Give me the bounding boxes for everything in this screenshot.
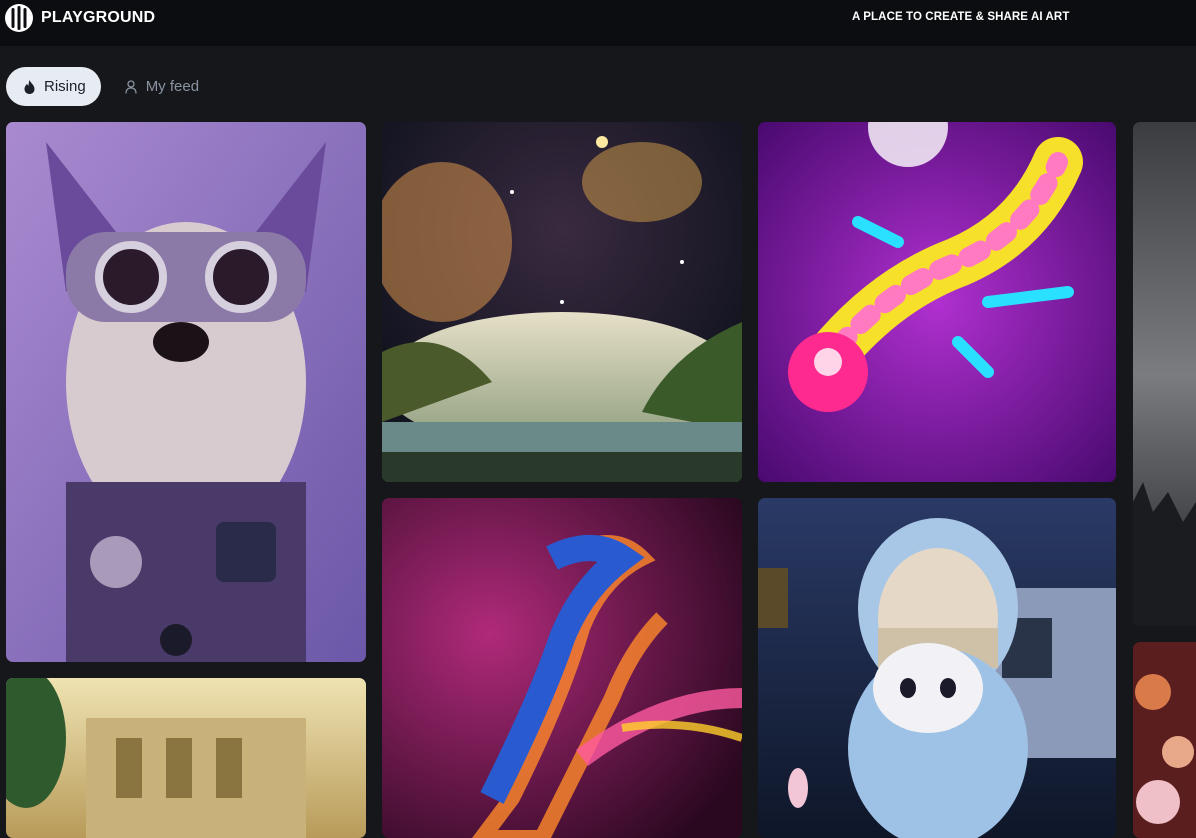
tab-rising-label: Rising bbox=[44, 78, 86, 95]
gallery-image-cyber-dog[interactable] bbox=[6, 122, 366, 662]
top-bar: PLAYGROUND A PLACE TO CREATE & SHARE AI … bbox=[0, 0, 1196, 46]
flame-icon bbox=[24, 79, 35, 94]
gallery-image-anime-girl-with-cat[interactable] bbox=[758, 498, 1116, 838]
header-tagline: A PLACE TO CREATE & SHARE AI ART bbox=[852, 11, 1070, 23]
brand-logo[interactable]: PLAYGROUND bbox=[4, 3, 155, 33]
gallery-image-neon-gecko[interactable] bbox=[758, 122, 1116, 482]
gallery-image-neon-dragon[interactable] bbox=[382, 498, 742, 838]
tab-my-feed[interactable]: My feed bbox=[107, 67, 214, 106]
gallery-image-flowers[interactable] bbox=[1133, 642, 1196, 838]
playground-logo-icon bbox=[5, 4, 33, 32]
feed-tabs: Rising My feed bbox=[6, 67, 214, 106]
gallery-image-misty-mountains[interactable] bbox=[1133, 122, 1196, 626]
tab-my-feed-label: My feed bbox=[145, 78, 200, 95]
brand-name: PLAYGROUND bbox=[41, 9, 156, 26]
gallery-image-galaxy-landscape[interactable] bbox=[382, 122, 742, 482]
gallery-image-fantasy-ruins[interactable] bbox=[6, 678, 366, 838]
tab-rising[interactable]: Rising bbox=[6, 67, 101, 106]
user-icon bbox=[125, 79, 137, 94]
